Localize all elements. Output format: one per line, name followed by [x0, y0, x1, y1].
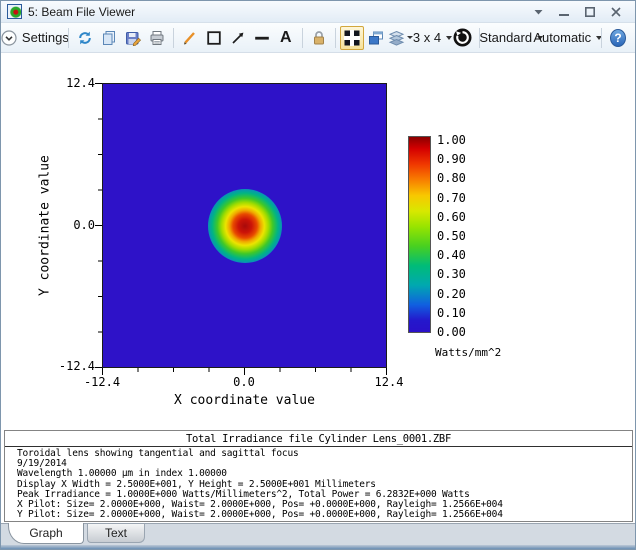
colorbar-tick-label: 1.00: [437, 133, 466, 147]
draw-rectangle-button[interactable]: [202, 26, 226, 50]
horizontal-line-icon: [254, 30, 270, 46]
reset-view-button[interactable]: [451, 26, 475, 50]
settings-button[interactable]: Settings: [1, 26, 69, 50]
draw-arrow-button[interactable]: [226, 26, 250, 50]
beam-info-lines: Toroidal lens showing tangential and sag…: [5, 447, 632, 520]
y-tick-label: 0.0: [73, 218, 95, 232]
settings-label: Settings: [21, 30, 69, 45]
refresh-button[interactable]: [73, 26, 97, 50]
colorbar-tick-label: 0.00: [437, 324, 466, 339]
x-axis-title: X coordinate value: [174, 393, 315, 408]
title-bar: 5: Beam File Viewer: [1, 1, 635, 23]
toolbar: Settings A 3 x 4 Standard Automatic ?: [1, 23, 635, 53]
draw-line-button[interactable]: [178, 26, 202, 50]
rectangle-icon: [206, 30, 222, 46]
beam-file-viewer-window: 5: Beam File Viewer Settings A 3 x 4 Sta…: [0, 0, 636, 550]
beam-info-panel: Total Irradiance file Cylinder Lens_0001…: [4, 430, 633, 522]
colorbar-tick-label: 0.60: [437, 209, 466, 224]
automatic-label: Automatic: [533, 30, 592, 45]
colorbar-tick-label: 0.10: [437, 305, 466, 320]
settings-chevron-icon: [1, 29, 17, 46]
beam-spot: [207, 188, 282, 263]
colorbar-tick-label: 0.30: [437, 267, 466, 282]
automatic-dropdown[interactable]: Automatic: [533, 26, 603, 50]
single-window-view-button[interactable]: [339, 25, 364, 50]
refresh-icon: [77, 30, 93, 46]
graph-view: Y coordinate value 12.4 0.0 -12.4 -12.4 …: [1, 53, 635, 523]
colorbar: [408, 136, 431, 333]
y-tick-label: -12.4: [58, 359, 95, 373]
close-button[interactable]: [609, 5, 623, 19]
tab-bar: Graph Text: [1, 523, 635, 545]
window-menu-button[interactable]: [531, 5, 545, 19]
beam-info-title: Total Irradiance file Cylinder Lens_0001…: [5, 431, 632, 447]
help-icon: ?: [609, 28, 626, 47]
tab-graph-label: Graph: [29, 526, 63, 540]
help-button[interactable]: ?: [606, 26, 630, 50]
window-controls: [531, 5, 629, 19]
pencil-icon: [182, 30, 198, 46]
tab-graph[interactable]: Graph: [8, 523, 84, 544]
draw-text-button[interactable]: A: [274, 26, 298, 50]
toolbar-separator: [67, 27, 69, 48]
x-tick-label: 12.4: [374, 375, 404, 389]
tab-text[interactable]: Text: [87, 524, 145, 543]
print-icon: [149, 30, 165, 46]
tab-text-label: Text: [104, 526, 127, 540]
irradiance-heatmap: [102, 83, 387, 368]
toolbar-separator: [301, 27, 303, 48]
minimize-button[interactable]: [557, 5, 571, 19]
copy-icon: [101, 30, 117, 46]
cascade-windows-icon: [368, 30, 384, 46]
colorbar-unit: Watts/mm^2: [435, 346, 502, 359]
app-icon: [7, 4, 22, 19]
window-bottom-edge: [1, 545, 635, 549]
toolbar-separator: [334, 27, 336, 48]
maximize-button[interactable]: [583, 5, 597, 19]
arrow-icon: [230, 30, 246, 46]
colorbar-labels: 1.00 0.90 0.80 0.70 0.60 0.50 0.40 0.30 0.20 0.10…: [437, 133, 466, 339]
window-title: 5: Beam File Viewer: [28, 4, 136, 19]
colorbar-tick-label: 0.70: [437, 190, 466, 205]
grid-layout-dropdown[interactable]: 3 x 4: [412, 26, 453, 50]
x-tick-label: 0.0: [233, 375, 255, 389]
copy-button[interactable]: [97, 26, 121, 50]
toolbar-separator: [172, 27, 174, 48]
grid-layout-label: 3 x 4: [412, 30, 442, 45]
layers-button[interactable]: [388, 26, 414, 50]
reset-icon: [453, 28, 472, 47]
print-button[interactable]: [145, 26, 169, 50]
cascade-windows-button[interactable]: [364, 26, 388, 50]
toolbar-separator: [600, 27, 602, 48]
x-axis-minor-ticks: [102, 368, 387, 372]
y-tick-label: 12.4: [66, 76, 95, 90]
colorbar-tick-label: 0.50: [437, 228, 466, 243]
beam-info-line: Toroidal lens showing tangential and sag…: [17, 448, 299, 459]
colorbar-tick-label: 0.40: [437, 248, 466, 263]
layers-icon: [388, 30, 405, 46]
colorbar-tick-label: 0.20: [437, 286, 466, 301]
colorbar-tick-label: 0.90: [437, 152, 466, 167]
beam-info-line: Y Pilot: Size= 2.0000E+000, Waist= 2.000…: [17, 509, 503, 521]
lock-button[interactable]: [307, 26, 331, 50]
standard-dropdown[interactable]: Standard: [479, 26, 544, 50]
window-panes-icon: [343, 29, 360, 46]
lock-icon: [311, 30, 327, 46]
colorbar-tick-label: 0.80: [437, 171, 466, 186]
draw-hline-button[interactable]: [250, 26, 274, 50]
save-button[interactable]: [121, 26, 145, 50]
x-tick-label: -12.4: [83, 375, 121, 389]
save-icon: [125, 30, 141, 46]
standard-label: Standard: [479, 30, 533, 45]
text-tool-icon: A: [280, 28, 292, 46]
